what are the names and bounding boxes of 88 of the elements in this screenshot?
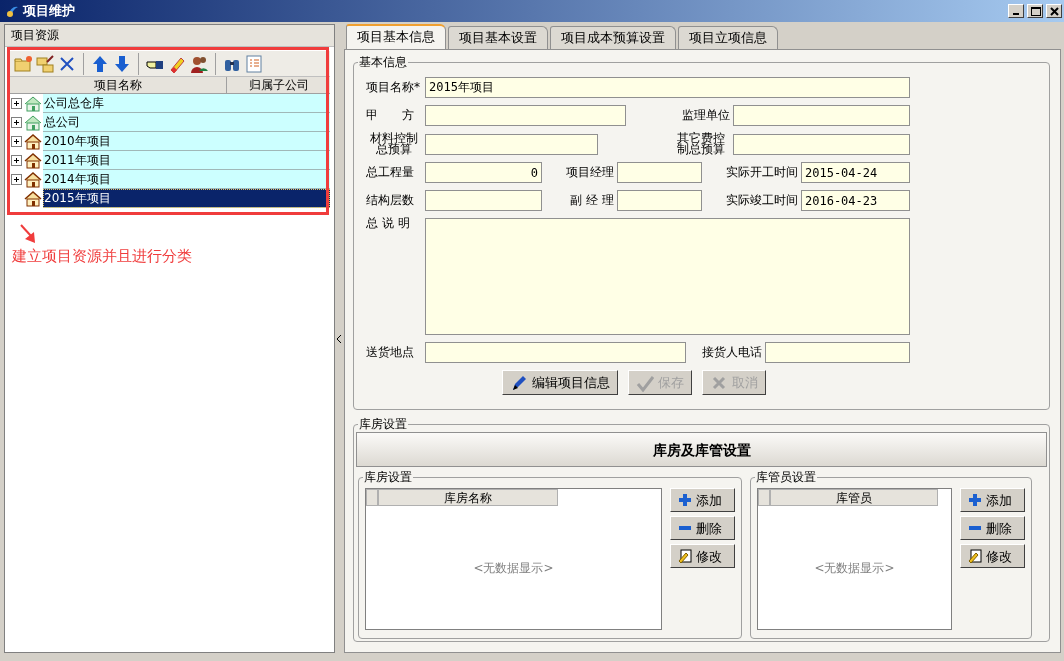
- row-header: [758, 489, 770, 506]
- input-field[interactable]: [617, 190, 702, 211]
- field-label: 结构层数: [366, 195, 415, 206]
- group-title: 库管员设置: [755, 470, 817, 484]
- close-icon: [1048, 5, 1060, 17]
- input-field[interactable]: [425, 190, 542, 211]
- house-icon: [24, 171, 42, 188]
- field-label: 项目经理: [565, 167, 615, 178]
- group-title: 库房设置: [358, 417, 408, 431]
- note-edit-icon: [968, 549, 982, 563]
- expand-icon[interactable]: [11, 98, 22, 109]
- field-label: 送货地点: [366, 347, 415, 358]
- input-field[interactable]: [425, 342, 686, 363]
- plus-icon: [968, 493, 982, 507]
- field-label: 甲 方: [366, 110, 415, 121]
- panel-header: 项目资源: [5, 25, 334, 47]
- house-icon: [24, 152, 42, 169]
- section-header: 库房及库管设置: [356, 432, 1047, 467]
- field-label: 总工程量: [366, 167, 415, 178]
- input-field[interactable]: [765, 342, 910, 363]
- building-icon: [24, 114, 42, 131]
- tree-item[interactable]: 2011年项目: [43, 151, 330, 170]
- input-field[interactable]: [425, 105, 626, 126]
- expand-icon[interactable]: [11, 174, 22, 185]
- tab[interactable]: 项目基本设置: [448, 26, 548, 49]
- button[interactable]: 添加: [670, 488, 735, 512]
- input-field[interactable]: 2015-04-24: [801, 162, 910, 183]
- empty-message: <无数据显示>: [472, 561, 555, 576]
- tree-item[interactable]: 2014年项目: [43, 170, 330, 189]
- expand-icon[interactable]: [11, 155, 22, 166]
- arrow-down-icon[interactable]: [112, 53, 132, 74]
- field-label: 总 说 明: [366, 218, 411, 229]
- field-label: 实际开工时间: [725, 167, 799, 178]
- button[interactable]: 修改: [960, 544, 1025, 568]
- input-field[interactable]: 0: [425, 162, 542, 183]
- button[interactable]: 编辑项目信息: [502, 370, 618, 395]
- field-label: 监理单位: [681, 110, 731, 121]
- field-label: 实际竣工时间: [725, 195, 799, 206]
- close-button[interactable]: [1046, 4, 1062, 18]
- input-field[interactable]: 2015年项目: [425, 77, 910, 98]
- input-field[interactable]: [733, 133, 910, 155]
- pen-icon: [510, 373, 528, 392]
- maximize-button[interactable]: [1027, 4, 1043, 18]
- note-edit-icon: [678, 549, 692, 563]
- column-header[interactable]: 库房名称: [378, 489, 558, 506]
- annotation-arrow: [17, 223, 37, 245]
- checkmark-icon: [636, 373, 654, 392]
- building-icon: [24, 95, 42, 112]
- expand-icon[interactable]: [11, 117, 22, 128]
- minimize-icon: [1013, 13, 1019, 15]
- expand-icon[interactable]: [11, 136, 22, 147]
- button[interactable]: 删除: [960, 516, 1025, 540]
- field-label: 其它费控制总预算: [675, 133, 726, 155]
- field-label: 材料控制总预算: [369, 133, 419, 155]
- group-title: 库房设置: [363, 470, 413, 484]
- tab[interactable]: 项目基本信息: [346, 24, 446, 49]
- house-icon: [24, 133, 42, 150]
- button[interactable]: 修改: [670, 544, 735, 568]
- input-field[interactable]: [617, 162, 702, 183]
- plus-icon: [678, 493, 692, 507]
- input-field[interactable]: [425, 133, 598, 155]
- button[interactable]: 添加: [960, 488, 1025, 512]
- tree-item[interactable]: 公司总仓库: [43, 94, 330, 113]
- new-folder-icon[interactable]: [13, 53, 33, 74]
- annotation-text: 建立项目资源并且进行分类: [12, 247, 192, 265]
- tab[interactable]: 项目成本预算设置: [550, 26, 676, 49]
- tree-item[interactable]: 2010年项目: [43, 132, 330, 151]
- input-field[interactable]: 2016-04-23: [801, 190, 910, 211]
- group-title: 基本信息: [358, 55, 408, 69]
- window-title: 项目维护: [23, 3, 75, 19]
- tree-item[interactable]: 总公司: [43, 113, 330, 132]
- tab[interactable]: 项目立项信息: [678, 26, 778, 49]
- input-field[interactable]: [733, 105, 910, 126]
- maximize-icon: [1029, 5, 1041, 17]
- field-label: 副 经 理: [569, 195, 615, 206]
- empty-message: <无数据显示>: [813, 561, 896, 576]
- column-header[interactable]: 库管员: [770, 489, 938, 506]
- text-area[interactable]: [425, 218, 910, 335]
- minimize-button[interactable]: [1008, 4, 1024, 18]
- field-label: 项目名称*: [366, 82, 421, 93]
- column-header[interactable]: 项目名称: [9, 77, 227, 93]
- column-header[interactable]: 归属子公司: [227, 77, 330, 93]
- tree-item[interactable]: 2015年项目: [43, 189, 330, 208]
- button[interactable]: 删除: [670, 516, 735, 540]
- house-icon: [24, 190, 42, 207]
- folder-move-icon[interactable]: [35, 53, 55, 74]
- row-header: [366, 489, 378, 506]
- field-label: 接货人电话: [701, 347, 763, 358]
